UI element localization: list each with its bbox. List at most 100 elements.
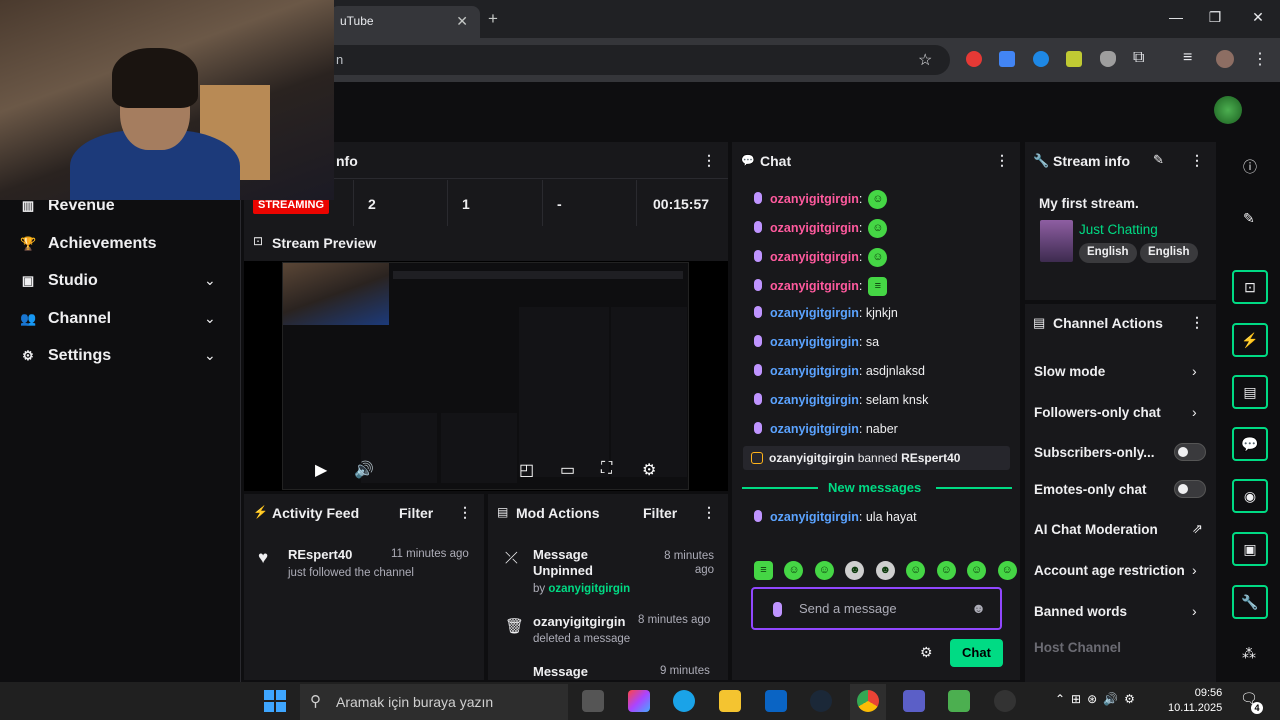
chat-settings-gear-icon[interactable]: ⚙ bbox=[920, 644, 933, 661]
nav-settings[interactable]: ⚙ Settings bbox=[20, 347, 111, 365]
profile-avatar[interactable] bbox=[1216, 50, 1234, 68]
chat-username[interactable]: ozanyigitgirgin bbox=[770, 510, 859, 524]
tab-close-icon[interactable]: ✕ bbox=[456, 13, 468, 30]
extension-icon[interactable] bbox=[1066, 51, 1082, 67]
steam-icon[interactable] bbox=[810, 690, 832, 712]
chat-username[interactable]: ozanyigitgirgin bbox=[770, 279, 859, 293]
new-tab-button[interactable]: + bbox=[488, 9, 498, 29]
volume-icon[interactable]: 🔊 bbox=[354, 460, 374, 480]
activity-user[interactable]: REspert40 bbox=[288, 547, 352, 562]
browser-tab[interactable]: uTube ✕ bbox=[330, 6, 480, 38]
chat-message[interactable]: ozanyigitgirgin: kjnkjn bbox=[754, 306, 898, 320]
chat-message[interactable]: ozanyigitgirgin: asdjnlaksd bbox=[754, 364, 925, 378]
chat-username[interactable]: ozanyigitgirgin bbox=[770, 422, 859, 436]
emote-icon[interactable]: ☺ bbox=[814, 561, 834, 580]
emote-icon[interactable]: ☺ bbox=[997, 561, 1017, 580]
external-link-icon[interactable]: ⇗ bbox=[1192, 521, 1203, 537]
system-tray-icons[interactable]: ⌃⊞⊛🔊⚙ bbox=[1055, 692, 1141, 706]
obs-icon[interactable] bbox=[994, 690, 1016, 712]
more-options-icon[interactable]: ⋮ bbox=[1190, 152, 1204, 169]
task-view-icon[interactable] bbox=[582, 690, 604, 712]
emote-icon[interactable]: ☺ bbox=[967, 561, 987, 580]
mod-item-title[interactable]: ozanyigitgirgin bbox=[533, 614, 625, 629]
chat-username[interactable]: ozanyigitgirgin bbox=[770, 335, 859, 349]
quick-action-lightning-icon[interactable]: ⚡ bbox=[1232, 323, 1268, 357]
address-bar[interactable]: n bbox=[300, 45, 950, 75]
emotes-only-toggle[interactable] bbox=[1174, 480, 1206, 498]
more-options-icon[interactable]: ⋮ bbox=[995, 152, 1009, 169]
chevron-right-icon[interactable]: › bbox=[1192, 363, 1197, 379]
edge-icon[interactable] bbox=[673, 690, 695, 712]
stream-tag[interactable]: English bbox=[1140, 243, 1198, 263]
activity-filter-button[interactable]: Filter bbox=[399, 505, 433, 521]
chrome-icon[interactable] bbox=[857, 690, 879, 712]
quick-action-video-icon[interactable]: ▣ bbox=[1232, 532, 1268, 566]
quick-action-notes-icon[interactable]: ▤ bbox=[1232, 375, 1268, 409]
nav-channel[interactable]: 👥 Channel bbox=[20, 310, 111, 328]
settings-gear-icon[interactable]: ⚙ bbox=[642, 460, 656, 480]
fullscreen-icon[interactable]: ⛶ bbox=[601, 460, 612, 478]
file-explorer-icon[interactable] bbox=[719, 690, 741, 712]
play-icon[interactable]: ▶ bbox=[315, 460, 327, 480]
windows-start-icon[interactable] bbox=[264, 690, 286, 712]
chat-send-button[interactable]: Chat bbox=[950, 639, 1003, 667]
chevron-down-icon[interactable]: ⌄ bbox=[204, 310, 216, 327]
action-banned-words[interactable]: Banned words bbox=[1034, 604, 1127, 619]
chat-username[interactable]: ozanyigitgirgin bbox=[770, 364, 859, 378]
action-account-age[interactable]: Account age restriction bbox=[1034, 563, 1185, 578]
extensions-puzzle-icon[interactable]: ⧉ bbox=[1133, 49, 1144, 67]
copilot-icon[interactable] bbox=[628, 690, 650, 712]
user-avatar[interactable] bbox=[1214, 96, 1242, 124]
chevron-right-icon[interactable]: › bbox=[1192, 562, 1197, 578]
taskbar-clock[interactable]: 09:56 10.11.2025 bbox=[1168, 686, 1222, 716]
media-queue-icon[interactable]: ≡ bbox=[1183, 49, 1192, 67]
chat-username[interactable]: ozanyigitgirgin bbox=[770, 192, 859, 206]
extension-icon[interactable] bbox=[966, 51, 982, 67]
chat-message[interactable]: ozanyigitgirgin: sa bbox=[754, 335, 879, 349]
chat-username[interactable]: ozanyigitgirgin bbox=[770, 393, 859, 407]
shield-extension-icon[interactable] bbox=[1100, 51, 1116, 67]
nav-studio[interactable]: ▣ Studio bbox=[20, 272, 98, 290]
apps-icon[interactable]: ⁂ bbox=[1242, 645, 1256, 662]
chat-message[interactable]: ozanyigitgirgin: ☺ bbox=[754, 190, 888, 209]
quick-action-broadcast-icon[interactable]: ◉ bbox=[1232, 479, 1268, 513]
nav-achievements[interactable]: 🏆 Achievements bbox=[20, 235, 157, 253]
emote-icon[interactable]: ☺ bbox=[784, 561, 804, 580]
chat-message[interactable]: ozanyigitgirgin: ☺ bbox=[754, 219, 888, 238]
chat-username[interactable]: ozanyigitgirgin bbox=[770, 250, 859, 264]
chat-username[interactable]: ozanyigitgirgin bbox=[770, 306, 859, 320]
more-options-icon[interactable]: ⋮ bbox=[702, 152, 716, 169]
chat-message[interactable]: ozanyigitgirgin: ≡ bbox=[754, 277, 888, 296]
action-slow-mode[interactable]: Slow mode bbox=[1034, 364, 1105, 379]
info-icon[interactable]: ⓘ bbox=[1243, 157, 1257, 177]
browser-menu-icon[interactable]: ⋮ bbox=[1252, 49, 1268, 69]
action-host-channel[interactable]: Host Channel bbox=[1034, 640, 1121, 655]
category-box-art[interactable] bbox=[1040, 220, 1073, 262]
quick-action-chat-icon[interactable]: 💬 bbox=[1232, 427, 1268, 461]
chevron-right-icon[interactable]: › bbox=[1192, 603, 1197, 619]
minecraft-icon[interactable] bbox=[948, 690, 970, 712]
minimize-button[interactable]: — bbox=[1166, 9, 1186, 25]
more-options-icon[interactable]: ⋮ bbox=[702, 504, 716, 521]
emote-icon[interactable]: ≡ bbox=[754, 561, 773, 580]
subscribers-only-toggle[interactable] bbox=[1174, 443, 1206, 461]
more-options-icon[interactable]: ⋮ bbox=[458, 504, 472, 521]
chat-message[interactable]: ozanyigitgirgin: selam knsk bbox=[754, 393, 928, 407]
extension-icon[interactable] bbox=[1033, 51, 1049, 67]
emote-icon[interactable]: ☻ bbox=[845, 561, 865, 580]
emoji-picker-icon[interactable]: ☻ bbox=[971, 600, 986, 616]
chat-message[interactable]: ozanyigitgirgin: naber bbox=[754, 422, 898, 436]
action-followers-only[interactable]: Followers-only chat bbox=[1034, 405, 1161, 420]
quick-action-wrench-icon[interactable]: 🔧 bbox=[1232, 585, 1268, 619]
outlook-icon[interactable] bbox=[765, 690, 787, 712]
chat-message[interactable]: ozanyigitgirgin: ula hayat bbox=[754, 510, 917, 524]
stream-category[interactable]: Just Chatting bbox=[1079, 222, 1158, 237]
taskbar-search[interactable]: ⚲ Aramak için buraya yazın bbox=[300, 684, 568, 720]
chat-input[interactable]: Send a message ☻ bbox=[751, 587, 1002, 630]
pip-icon[interactable]: ◰ bbox=[519, 460, 534, 480]
emote-icon[interactable]: ☺ bbox=[936, 561, 956, 580]
quick-action-clip-icon[interactable]: ⊡ bbox=[1232, 270, 1268, 304]
ban-actor[interactable]: ozanyigitgirgin bbox=[769, 451, 854, 465]
stream-tag[interactable]: English bbox=[1079, 243, 1137, 263]
edit-pencil-icon[interactable]: ✎ bbox=[1243, 210, 1255, 227]
